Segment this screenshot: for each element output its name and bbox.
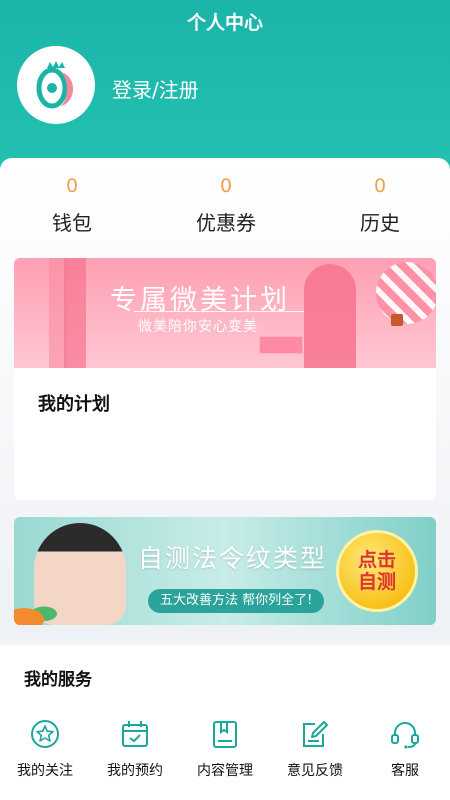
section-title: 我的服务	[24, 670, 92, 690]
stat-count: 0	[219, 175, 233, 197]
edit-icon	[303, 721, 328, 747]
my-plan-card[interactable]: 我的计划	[14, 368, 436, 500]
brand-logo-icon	[36, 61, 73, 109]
services-section: 我的服务 我的关注 我的预约 内容管理 意见反馈 客服	[0, 645, 450, 800]
self-test-banner[interactable]: 自测法令纹类型 五大改善方法 帮你列全了! 点击自测	[14, 517, 436, 625]
balloon-icon	[376, 262, 436, 324]
banner-subtitle: 五大改善方法 帮你列全了!	[148, 589, 325, 613]
banner-subtitle: 微美陪你安心变美	[138, 319, 258, 335]
self-test-button[interactable]: 点击自测	[336, 530, 418, 612]
stat-label: 优惠券	[196, 211, 256, 235]
avatar[interactable]	[17, 46, 95, 124]
book-icon	[213, 721, 237, 748]
stats-row: 0 钱包 0 优惠券 0 历史	[0, 175, 450, 240]
service-my-follows[interactable]: 我的关注	[0, 718, 90, 780]
service-label: 内容管理	[197, 763, 253, 779]
leaves-decoration	[14, 597, 64, 625]
calendar-icon	[122, 721, 148, 747]
stat-label: 钱包	[52, 211, 92, 235]
stat-count: 0	[65, 175, 79, 197]
service-label: 意见反馈	[287, 763, 343, 779]
stat-label: 历史	[360, 211, 400, 235]
banner-divider	[134, 311, 304, 312]
banner-decoration	[259, 336, 303, 354]
stat-coupons[interactable]: 0 优惠券	[166, 175, 286, 236]
stat-count: 0	[373, 175, 387, 197]
stat-history[interactable]: 0 历史	[320, 175, 440, 236]
profile-header: 个人中心 登录/注册	[0, 0, 450, 175]
service-label: 客服	[391, 763, 419, 779]
login-register-link[interactable]: 登录/注册	[112, 74, 199, 103]
page-title: 个人中心	[186, 12, 263, 34]
star-circle-icon	[31, 720, 59, 748]
service-label: 我的关注	[17, 763, 73, 779]
headset-icon	[391, 722, 419, 749]
banner-decoration	[64, 258, 86, 368]
banner-decoration	[304, 264, 356, 368]
stat-wallet[interactable]: 0 钱包	[12, 175, 132, 236]
plan-title: 我的计划	[38, 394, 110, 415]
service-content-management[interactable]: 内容管理	[180, 718, 270, 780]
banner-title: 自测法令纹类型	[138, 544, 328, 573]
service-my-appointments[interactable]: 我的预约	[90, 718, 180, 780]
service-customer-support[interactable]: 客服	[360, 718, 450, 780]
service-feedback[interactable]: 意见反馈	[270, 718, 360, 780]
balloon-basket-icon	[391, 314, 403, 326]
service-label: 我的预约	[107, 763, 163, 779]
plan-banner[interactable]: 专属微美计划 微美陪你安心变美	[14, 258, 436, 368]
